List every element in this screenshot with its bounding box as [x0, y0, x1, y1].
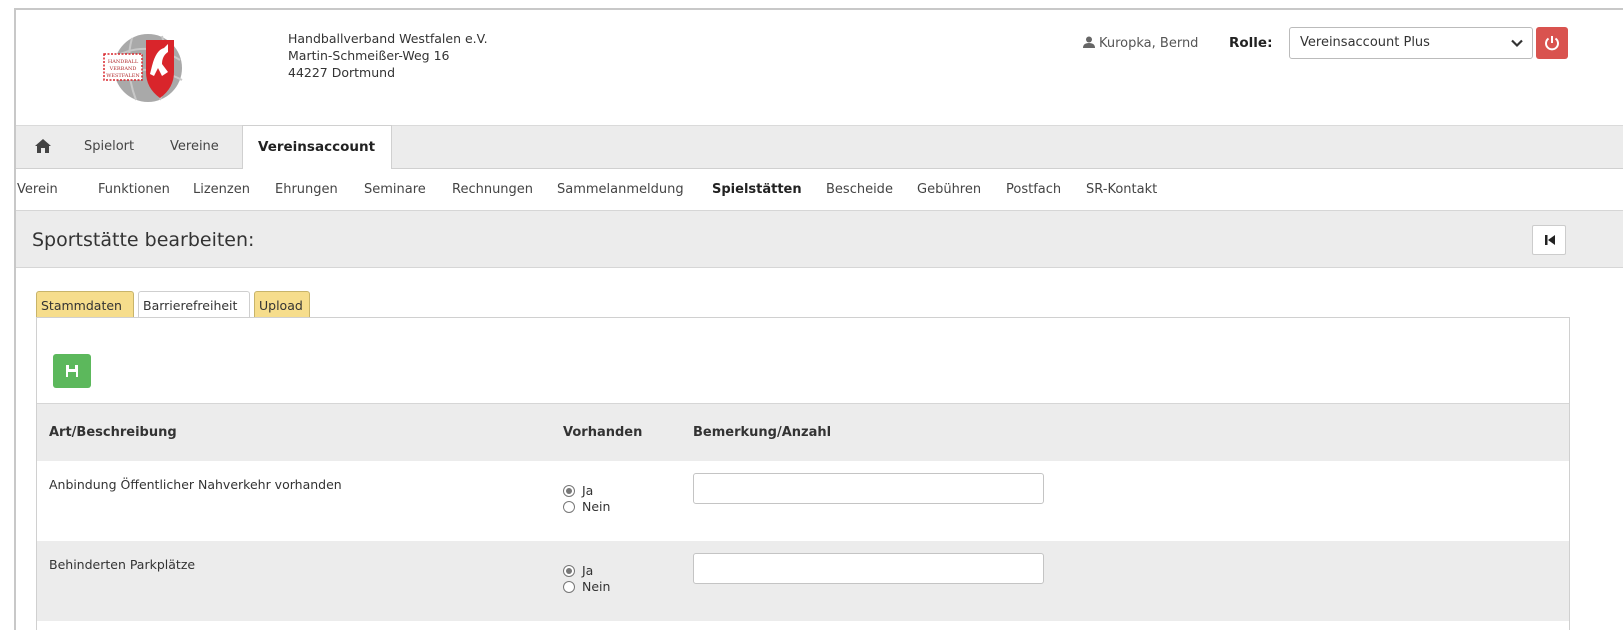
radio-checked-icon[interactable] — [563, 565, 575, 577]
subnav-spielstaetten[interactable]: Spielstätten — [712, 182, 802, 197]
radio-nein[interactable]: Nein — [563, 499, 610, 515]
header: HANDBALL VERBAND WESTFALEN Handballverba… — [16, 10, 1623, 125]
topnav-spielort[interactable]: Spielort — [84, 139, 134, 154]
subnav-rechnungen[interactable]: Rechnungen — [452, 182, 533, 197]
subnav-verein[interactable]: Verein — [17, 182, 58, 197]
row-description: Anbindung Öffentlicher Nahverkehr vorhan… — [49, 477, 342, 492]
org-name: Handballverband Westfalen e.V. — [288, 31, 488, 46]
chevron-down-icon — [1510, 36, 1524, 50]
subnav-sammelanmeldung[interactable]: Sammelanmeldung — [557, 182, 684, 197]
power-icon — [1545, 36, 1559, 51]
page-title-bar: Sportstätte bearbeiten: — [16, 211, 1623, 268]
topnav-vereinsaccount[interactable]: Vereinsaccount — [242, 125, 392, 170]
logout-button[interactable] — [1536, 27, 1568, 59]
verband-logo[interactable]: HANDBALL VERBAND WESTFALEN — [102, 32, 192, 104]
subnav-bescheide[interactable]: Bescheide — [826, 182, 893, 197]
role-select[interactable]: Vereinsaccount Plus — [1289, 27, 1533, 59]
radio-nein[interactable]: Nein — [563, 579, 610, 595]
present-radio-group: Ja Nein — [563, 563, 610, 595]
radio-ja-label: Ja — [582, 563, 594, 578]
row-description: Behinderten Parkplätze — [49, 557, 196, 572]
remark-input[interactable] — [693, 473, 1044, 504]
save-icon — [66, 365, 78, 377]
sub-navigation: Verein Funktionen Lizenzen Ehrungen Semi… — [16, 169, 1623, 211]
home-icon[interactable] — [34, 138, 52, 154]
tab-stammdaten[interactable]: Stammdaten — [36, 291, 134, 318]
app-frame: HANDBALL VERBAND WESTFALEN Handballverba… — [14, 8, 1623, 630]
radio-ja-label: Ja — [582, 483, 594, 498]
radio-unchecked-icon[interactable] — [563, 581, 575, 593]
radio-ja[interactable]: Ja — [563, 483, 610, 499]
subnav-seminare[interactable]: Seminare — [364, 182, 426, 197]
radio-ja[interactable]: Ja — [563, 563, 610, 579]
subnav-gebuehren[interactable]: Gebühren — [917, 182, 981, 197]
subnav-funktionen[interactable]: Funktionen — [98, 182, 170, 197]
table-row: Anbindung Öffentlicher Nahverkehr vorhan… — [37, 461, 1569, 541]
page-title: Sportstätte bearbeiten: — [32, 229, 255, 251]
table-header: Art/Beschreibung Vorhanden Bemerkung/Anz… — [37, 403, 1569, 461]
svg-text:VERBAND: VERBAND — [109, 66, 137, 72]
table-row: Behinderten Parkplätze Ja Nein — [37, 541, 1569, 621]
radio-nein-label: Nein — [582, 579, 611, 594]
svg-text:WESTFALEN: WESTFALEN — [106, 73, 140, 79]
user-name: Kuropka, Bernd — [1099, 36, 1199, 51]
save-button[interactable] — [53, 354, 91, 388]
subnav-ehrungen[interactable]: Ehrungen — [275, 182, 338, 197]
tab-content: Art/Beschreibung Vorhanden Bemerkung/Anz… — [36, 317, 1570, 630]
step-backward-icon — [1545, 235, 1555, 245]
subnav-postfach[interactable]: Postfach — [1006, 182, 1061, 197]
tab-upload[interactable]: Upload — [254, 291, 310, 318]
top-navigation: Spielort Vereine Vereinsaccount — [16, 125, 1623, 170]
org-city: 44227 Dortmund — [288, 65, 396, 80]
tab-barrierefreiheit[interactable]: Barrierefreiheit — [138, 291, 250, 319]
role-select-value: Vereinsaccount Plus — [1300, 35, 1430, 50]
topnav-active-label: Vereinsaccount — [258, 139, 376, 155]
col-header-remark: Bemerkung/Anzahl — [693, 425, 832, 440]
org-address: Handballverband Westfalen e.V. Martin-Sc… — [288, 30, 488, 81]
user-menu[interactable]: Kuropka, Bernd — [1083, 36, 1198, 51]
radio-nein-label: Nein — [582, 499, 611, 514]
subnav-lizenzen[interactable]: Lizenzen — [193, 182, 250, 197]
col-header-present: Vorhanden — [563, 425, 643, 440]
present-radio-group: Ja Nein — [563, 483, 610, 515]
col-header-desc: Art/Beschreibung — [49, 425, 177, 440]
person-icon — [1083, 36, 1095, 48]
first-page-button[interactable] — [1532, 225, 1566, 255]
role-label: Rolle: — [1229, 35, 1273, 51]
topnav-vereine[interactable]: Vereine — [170, 139, 219, 154]
org-street: Martin-Schmeißer-Weg 16 — [288, 48, 450, 63]
radio-checked-icon[interactable] — [563, 485, 575, 497]
subnav-sr-kontakt[interactable]: SR-Kontakt — [1086, 182, 1157, 197]
remark-input[interactable] — [693, 553, 1044, 584]
radio-unchecked-icon[interactable] — [563, 501, 575, 513]
svg-text:HANDBALL: HANDBALL — [108, 59, 139, 65]
